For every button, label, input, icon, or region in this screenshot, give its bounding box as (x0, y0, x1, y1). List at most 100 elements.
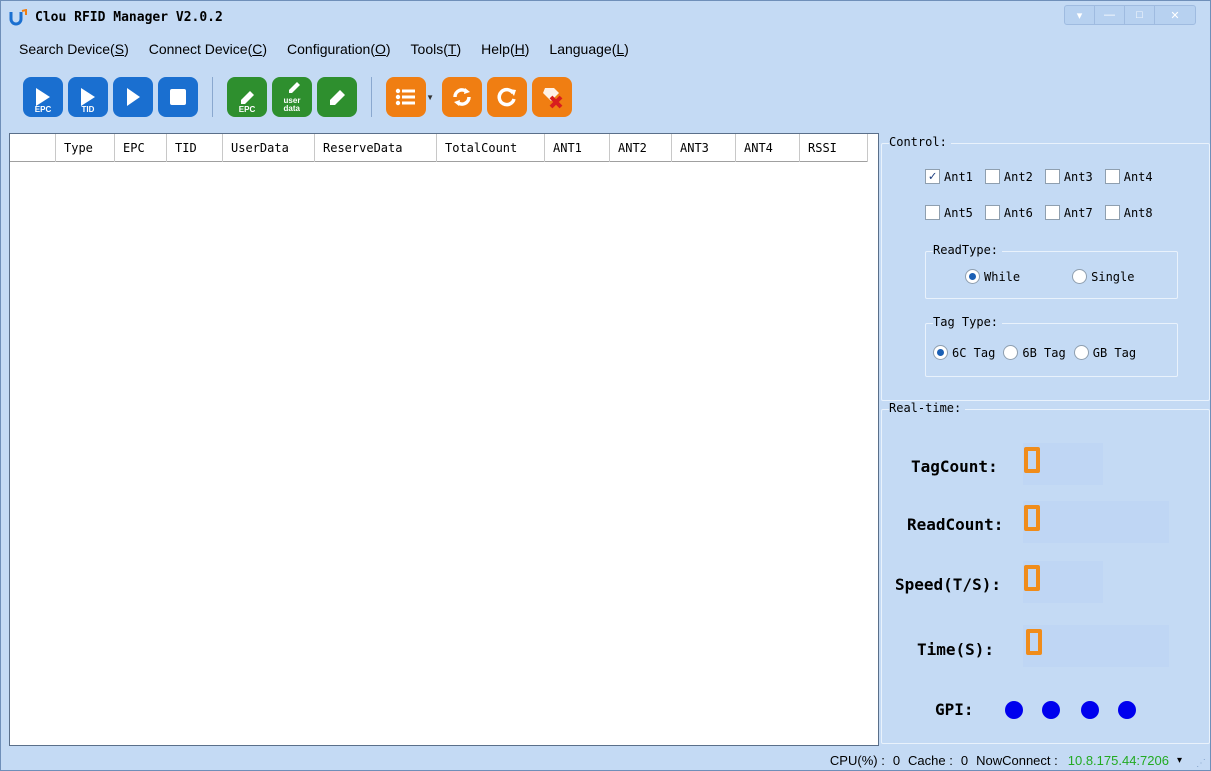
refresh-button[interactable] (442, 77, 482, 117)
read-tid-label: TID (81, 105, 95, 114)
edit-button[interactable] (317, 77, 357, 117)
ant6-checkbox[interactable]: Ant6 (984, 205, 1033, 220)
close-button[interactable]: ✕ (1155, 6, 1195, 24)
now-connect-value: 10.8.175.44:7206 (1067, 752, 1169, 768)
stop-button[interactable] (158, 77, 198, 117)
ant4-checkbox[interactable]: Ant4 (1104, 169, 1153, 184)
menu-help[interactable]: Help(H) (481, 41, 529, 63)
checkbox-icon (984, 205, 1000, 220)
read-count-display (1023, 501, 1169, 543)
dropdown-caret-icon: ▼ (426, 93, 434, 102)
checkbox-icon (1104, 205, 1120, 220)
column-header-rssi[interactable]: RSSI (800, 134, 868, 162)
column-header-ant2[interactable]: ANT2 (610, 134, 672, 162)
ant7-checkbox[interactable]: Ant7 (1044, 205, 1093, 220)
maximize-button[interactable]: □ (1125, 6, 1155, 24)
radio-icon (1072, 269, 1088, 284)
list-menu-button[interactable]: ▼ (386, 77, 434, 117)
time-display (1023, 625, 1169, 667)
start-button[interactable] (113, 77, 153, 117)
status-bar: CPU(%) : 0 Cache : 0 NowConnect : 10.8.1… (1, 749, 1210, 771)
play-icon (127, 88, 140, 106)
clear-button[interactable] (532, 77, 572, 117)
column-header-userdata[interactable]: UserData (223, 134, 315, 162)
write-epc-label: EPC (238, 105, 256, 114)
ant7-label: Ant7 (1063, 205, 1093, 220)
tag-type-6b-radio[interactable]: 6B Tag (1003, 345, 1066, 360)
resize-grip-icon[interactable]: ⋰ (1196, 758, 1206, 769)
main-window: Clou RFID Manager V2.0.2 ▾ — □ ✕ Search … (0, 0, 1211, 771)
column-header-ant3[interactable]: ANT3 (672, 134, 736, 162)
read-type-title: ReadType: (933, 243, 1003, 257)
write-user-data-button[interactable]: user data (272, 77, 312, 117)
ant8-label: Ant8 (1123, 205, 1153, 220)
menu-connect-device[interactable]: Connect Device(C) (149, 41, 267, 63)
checkbox-icon (1104, 169, 1120, 184)
ant3-label: Ant3 (1063, 169, 1093, 184)
tag-grid[interactable]: Type EPC TID UserData ReserveData TotalC… (9, 133, 879, 746)
checkbox-icon (925, 205, 940, 220)
read-count-label: ReadCount: (907, 515, 1004, 534)
list-icon (395, 88, 415, 106)
column-header-reservedata[interactable]: ReserveData (315, 134, 437, 162)
pencil-icon (241, 91, 254, 104)
ant8-checkbox[interactable]: Ant8 (1104, 205, 1153, 220)
ant5-checkbox[interactable]: Ant5 (925, 205, 973, 220)
cpu-label: CPU(%) : (829, 752, 885, 768)
read-type-single-label: Single (1091, 269, 1135, 284)
checkbox-icon (1044, 205, 1060, 220)
time-label: Time(S): (917, 640, 995, 659)
gpi-indicator-1 (1005, 701, 1023, 719)
right-panel: Control: ✓ Ant1 Ant2 Ant3 Ant4 Ant5 Ant6 … (881, 133, 1211, 746)
ant3-checkbox[interactable]: Ant3 (1044, 169, 1093, 184)
column-header-type[interactable]: Type (56, 134, 115, 162)
reset-button[interactable] (487, 77, 527, 117)
pencil-icon (289, 82, 300, 93)
ant1-label: Ant1 (944, 169, 973, 184)
read-count-digit (1024, 505, 1040, 531)
connection-dropdown-icon[interactable]: ▾ (1177, 755, 1182, 766)
menu-language[interactable]: Language(L) (549, 41, 628, 63)
window-title: Clou RFID Manager V2.0.2 (35, 10, 223, 25)
column-header-epc[interactable]: EPC (115, 134, 167, 162)
column-header-ant1[interactable]: ANT1 (545, 134, 610, 162)
checkbox-icon (984, 169, 1000, 184)
control-group-title: Control: (889, 135, 951, 149)
cache-value: 0 (960, 752, 969, 768)
gpi-label: GPI: (935, 700, 974, 719)
window-menu-button[interactable]: ▾ (1065, 6, 1095, 24)
ant2-label: Ant2 (1003, 169, 1033, 184)
column-header-totalcount[interactable]: TotalCount (437, 134, 545, 162)
grid-row-header-corner (10, 134, 56, 162)
window-controls: ▾ — □ ✕ (1064, 5, 1196, 25)
tag-type-gb-label: GB Tag (1092, 345, 1137, 360)
read-type-while-radio[interactable]: While (965, 269, 1020, 284)
tag-type-6c-radio[interactable]: 6C Tag (933, 345, 995, 360)
now-connect-label: NowConnect : (976, 752, 1058, 768)
checkbox-icon (1044, 169, 1060, 184)
radio-icon (1073, 345, 1089, 360)
tag-type-gb-radio[interactable]: GB Tag (1073, 345, 1137, 360)
grid-header: Type EPC TID UserData ReserveData TotalC… (10, 134, 868, 162)
reload-icon (497, 87, 516, 107)
column-header-ant4[interactable]: ANT4 (736, 134, 800, 162)
title-bar: Clou RFID Manager V2.0.2 ▾ — □ ✕ (1, 1, 1210, 35)
ant1-checkbox[interactable]: ✓ Ant1 (925, 169, 973, 184)
ant4-label: Ant4 (1123, 169, 1153, 184)
read-epc-button[interactable]: EPC (23, 77, 63, 117)
cpu-value: 0 (892, 752, 901, 768)
app-logo-icon (9, 9, 27, 26)
tag-count-digit (1024, 447, 1040, 473)
radio-icon (1003, 345, 1019, 360)
menu-search-device[interactable]: Search Device(S) (19, 41, 129, 63)
read-tid-button[interactable]: TID (68, 77, 108, 117)
menu-tools[interactable]: Tools(T) (411, 41, 462, 63)
write-epc-button[interactable]: EPC (227, 77, 267, 117)
minimize-button[interactable]: — (1095, 6, 1125, 24)
menu-configuration[interactable]: Configuration(O) (287, 41, 391, 63)
speed-digit (1024, 565, 1040, 591)
time-digit (1026, 629, 1042, 655)
ant2-checkbox[interactable]: Ant2 (984, 169, 1033, 184)
read-type-single-radio[interactable]: Single (1072, 269, 1134, 284)
column-header-tid[interactable]: TID (167, 134, 223, 162)
